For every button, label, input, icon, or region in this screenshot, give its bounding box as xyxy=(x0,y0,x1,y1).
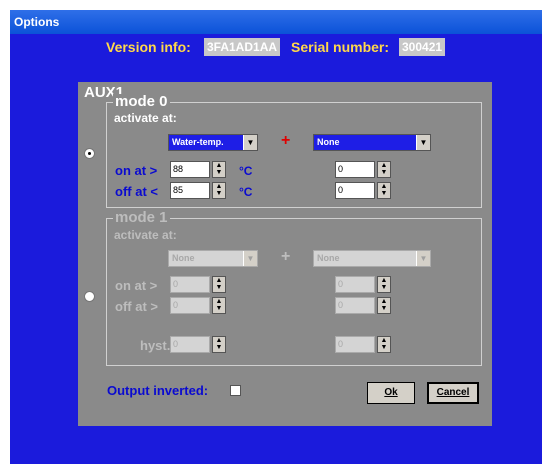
mode1-sensor1-dropdown[interactable]: None ▼ xyxy=(168,250,258,267)
spin-arrows-icon[interactable]: ▲ ▼ xyxy=(377,161,391,178)
mode0-sensor1-dropdown[interactable]: Water-temp. ▼ xyxy=(168,134,258,151)
mode1-hyst-value2[interactable]: 0 xyxy=(335,336,375,353)
mode1-radio[interactable] xyxy=(84,291,95,302)
mode0-on-value2[interactable]: 0 xyxy=(335,161,375,178)
spin-arrows-icon[interactable]: ▲ ▼ xyxy=(212,182,226,199)
mode0-on-unit: °C xyxy=(239,164,253,178)
mode1-on-value1[interactable]: 0 xyxy=(170,276,210,293)
mode1-on-value2[interactable]: 0 xyxy=(335,276,375,293)
mode0-on-value1[interactable]: 88 xyxy=(170,161,210,178)
spin-arrows-icon[interactable]: ▲ ▼ xyxy=(377,336,391,353)
mode0-off-label: off at < xyxy=(115,184,158,199)
mode1-on-label: on at > xyxy=(115,278,158,293)
mode0-radio[interactable] xyxy=(84,148,95,159)
options-window: Options Version info: 3FA1AD1AA Serial n… xyxy=(10,10,542,464)
output-inverted-label: Output inverted: xyxy=(107,383,209,398)
mode0-off-unit: °C xyxy=(239,185,253,199)
chevron-down-icon[interactable]: ▼ xyxy=(243,135,257,150)
spin-arrows-icon[interactable]: ▲ ▼ xyxy=(212,336,226,353)
serial-label: Serial number: xyxy=(291,39,390,55)
chevron-down-icon[interactable]: ▼ xyxy=(243,251,257,266)
mode0-off-value1[interactable]: 85 xyxy=(170,182,210,199)
output-inverted-checkbox[interactable] xyxy=(230,385,241,396)
chevron-down-icon[interactable]: ▼ xyxy=(416,251,430,266)
cancel-button[interactable]: Cancel xyxy=(427,382,479,404)
title-bar: Options xyxy=(10,10,542,34)
mode1-title: mode 1 xyxy=(113,209,170,226)
ok-button[interactable]: Ok xyxy=(367,382,415,404)
mode0-plus: + xyxy=(281,132,291,149)
mode1-hyst-value1[interactable]: 0 xyxy=(170,336,210,353)
spin-arrows-icon[interactable]: ▲ ▼ xyxy=(212,297,226,314)
mode0-sensor2-value: None xyxy=(317,137,340,147)
spin-arrows-icon[interactable]: ▲ ▼ xyxy=(377,182,391,199)
mode1-off-label: off at > xyxy=(115,299,158,314)
version-value: 3FA1AD1AA xyxy=(204,38,281,56)
mode0-sensor1-value: Water-temp. xyxy=(172,137,224,147)
spin-arrows-icon[interactable]: ▲ ▼ xyxy=(377,297,391,314)
mode0-off-value2[interactable]: 0 xyxy=(335,182,375,199)
mode1-hyst-label: hyst. xyxy=(140,338,171,353)
mode1-activate-label: activate at: xyxy=(114,228,177,242)
mode1-sensor2-value: None xyxy=(317,253,340,263)
serial-value: 300421 xyxy=(399,38,446,56)
spin-arrows-icon[interactable]: ▲ ▼ xyxy=(212,161,226,178)
spin-arrows-icon[interactable]: ▲ ▼ xyxy=(377,276,391,293)
mode1-off-value2[interactable]: 0 xyxy=(335,297,375,314)
mode1-sensor2-dropdown[interactable]: None ▼ xyxy=(313,250,431,267)
spin-arrows-icon[interactable]: ▲ ▼ xyxy=(212,276,226,293)
version-label: Version info: xyxy=(106,39,191,55)
mode0-activate-label: activate at: xyxy=(114,111,177,125)
mode0-sensor2-dropdown[interactable]: None ▼ xyxy=(313,134,431,151)
mode0-on-label: on at > xyxy=(115,163,158,178)
mode1-off-value1[interactable]: 0 xyxy=(170,297,210,314)
chevron-down-icon[interactable]: ▼ xyxy=(416,135,430,150)
mode0-title: mode 0 xyxy=(113,93,170,110)
mode1-plus: + xyxy=(281,248,291,265)
mode1-sensor1-value: None xyxy=(172,253,195,263)
